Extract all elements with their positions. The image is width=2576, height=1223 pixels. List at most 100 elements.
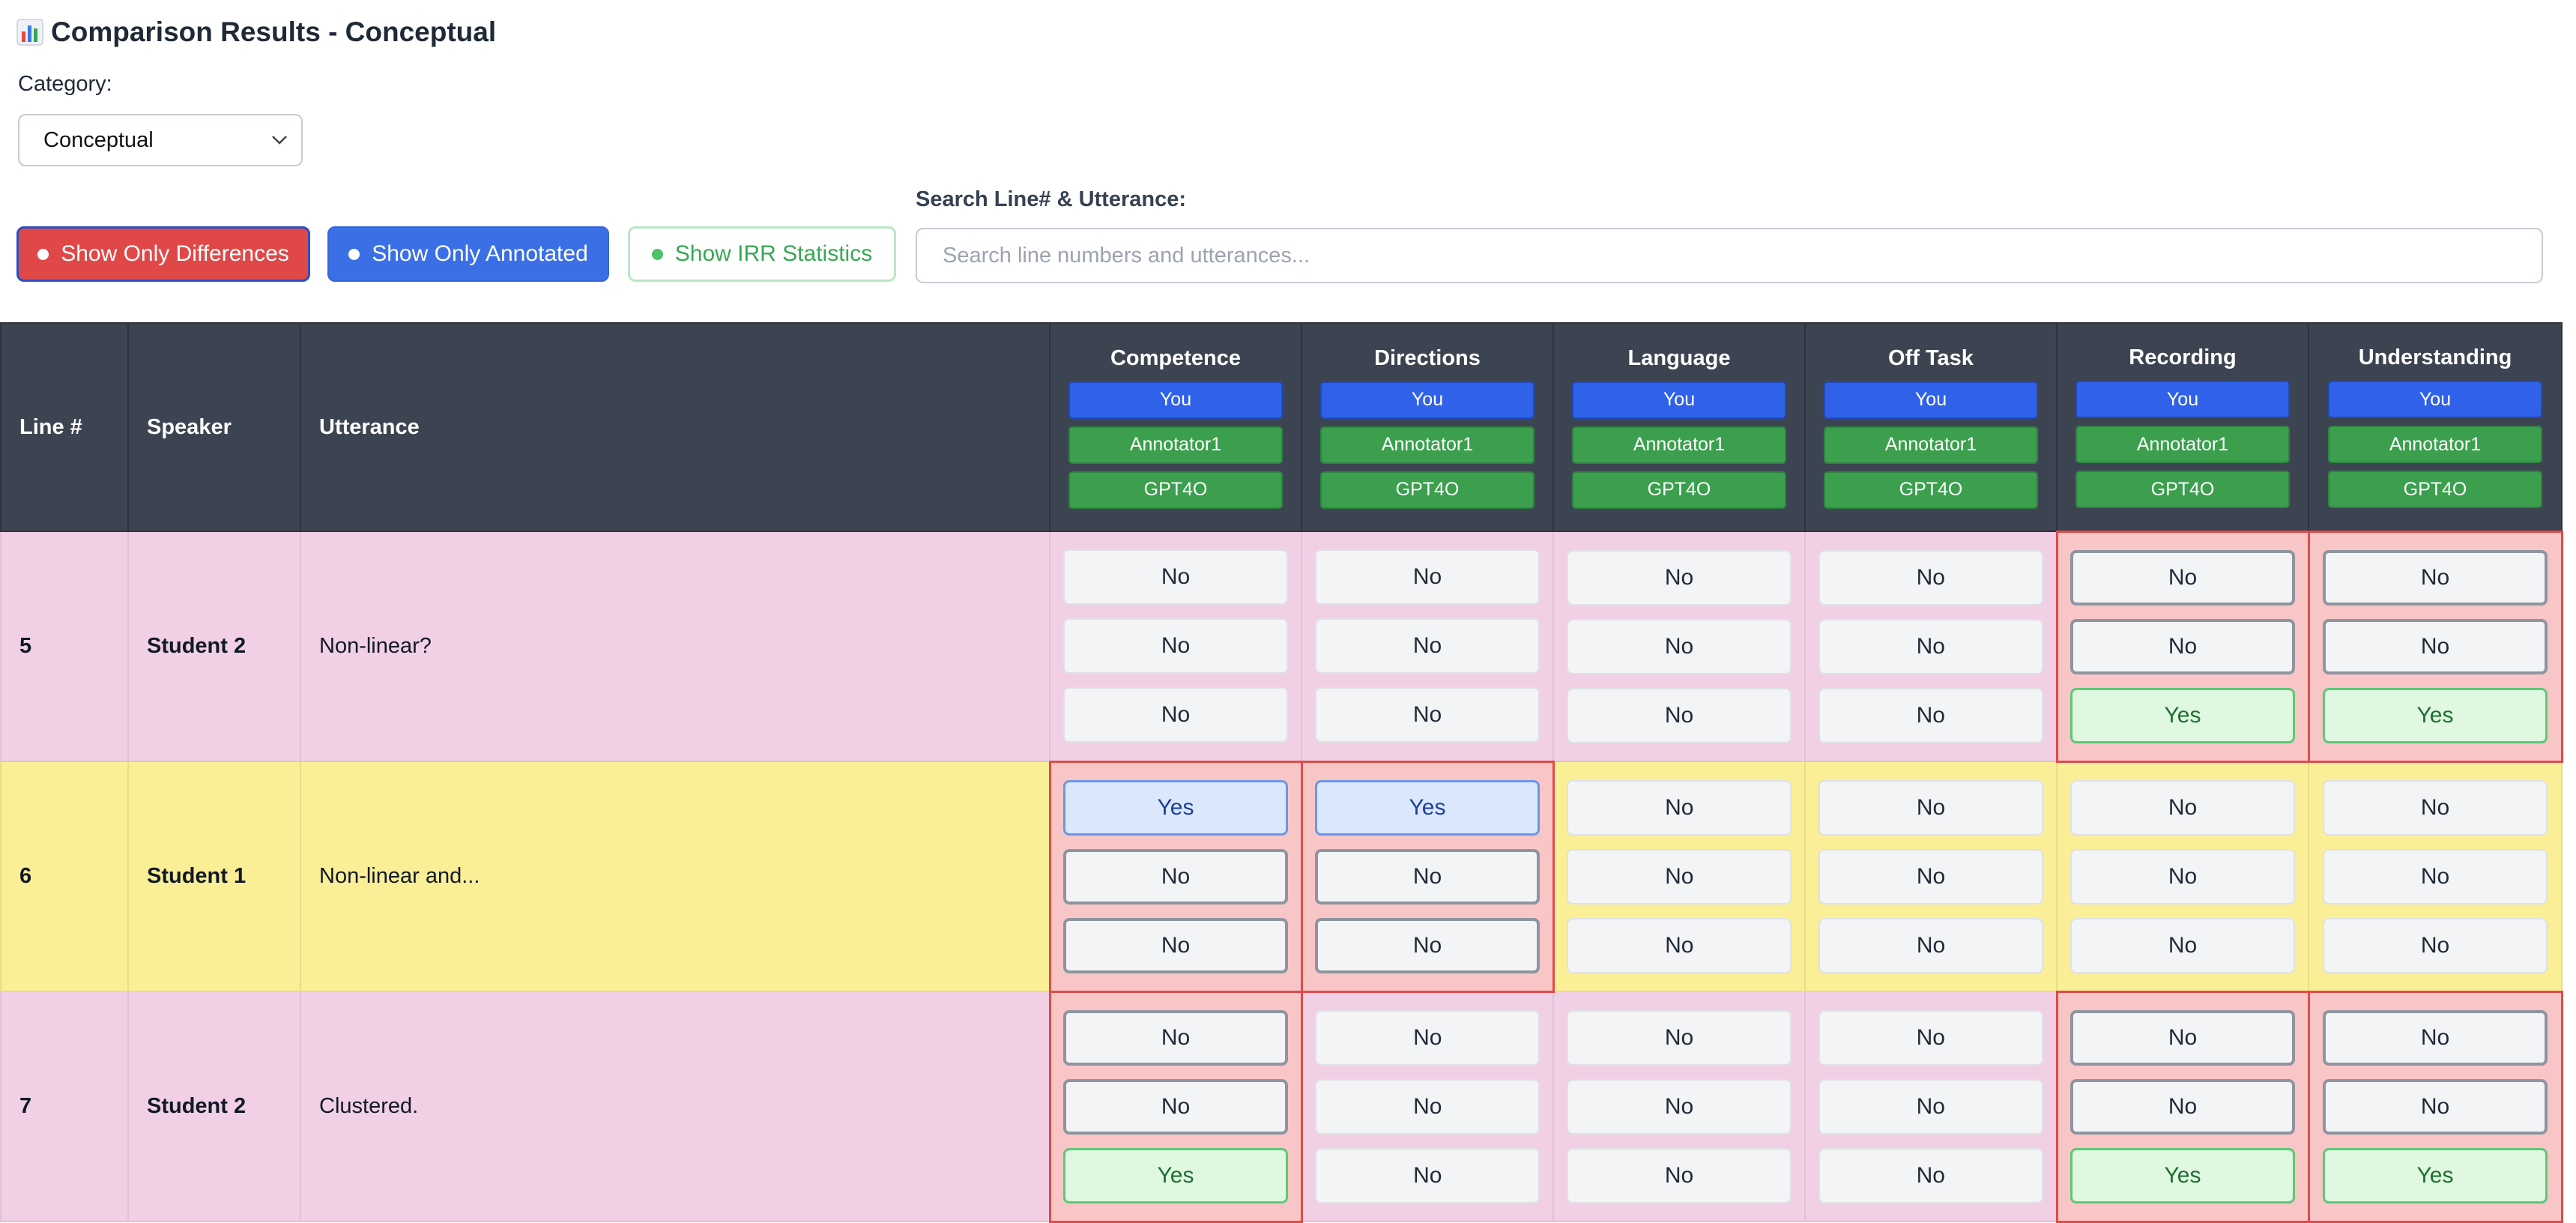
annotator-chip: Annotator1 xyxy=(1572,426,1786,464)
annotation-value[interactable]: No xyxy=(2323,549,2548,606)
search-input[interactable] xyxy=(916,228,2543,283)
code-cell: No No Yes xyxy=(2055,990,2310,1223)
annotation-value[interactable]: No xyxy=(1315,549,1540,606)
code-title: Language xyxy=(1627,345,1731,370)
annotation-value: Yes xyxy=(2070,687,2295,743)
table-row: 7 Student 2 Clustered. No No Yes No No No No No No N… xyxy=(0,990,2563,1223)
table-row: 6 Student 1 Non-linear and... Yes No No Yes No N… xyxy=(0,760,2563,993)
annotation-value[interactable]: No xyxy=(2323,779,2548,836)
annotation-value[interactable]: No xyxy=(1567,779,1792,836)
show-only-annotated-button[interactable]: Show Only Annotated xyxy=(327,226,609,282)
category-select-value: Conceptual xyxy=(43,127,154,152)
code-cell: No No Yes xyxy=(2307,990,2563,1223)
annotation-value[interactable]: No xyxy=(1063,549,1288,606)
annotation-value: No xyxy=(1315,917,1540,973)
annotation-value: No xyxy=(1063,1078,1288,1135)
code-cell: No No No xyxy=(1301,991,1554,1222)
annotator-chip: Annotator1 xyxy=(1068,426,1283,464)
table-body: 5 Student 2 Non-linear? No No No No No No No No No N… xyxy=(0,530,2563,1223)
annotator-chip: GPT4O xyxy=(1068,471,1283,509)
annotation-value[interactable]: No xyxy=(1818,549,2043,606)
annotator-chip: You xyxy=(2075,381,2290,419)
annotator-chip: Annotator1 xyxy=(1320,426,1535,464)
code-cell: No No No xyxy=(1804,531,2058,762)
annotation-value[interactable]: No xyxy=(1567,1009,1792,1066)
annotation-value: No xyxy=(2070,618,2295,674)
header-code: Directions You Annotator1 GPT4O xyxy=(1301,322,1554,532)
annotation-value: No xyxy=(1063,848,1288,905)
table-header-row: Line # Speaker Utterance Competence You An… xyxy=(0,322,2563,532)
annotation-value: No xyxy=(1818,1078,2043,1135)
chevron-down-icon xyxy=(272,136,287,145)
show-irr-statistics-button[interactable]: Show IRR Statistics xyxy=(628,226,896,282)
speaker-cell: Student 2 xyxy=(127,531,301,762)
annotation-value[interactable]: No xyxy=(2070,779,2295,836)
dot-icon xyxy=(348,248,360,260)
header-utterance: Utterance xyxy=(300,322,1050,532)
code-title: Directions xyxy=(1374,345,1481,370)
annotation-value: No xyxy=(1567,687,1792,743)
code-header: Language You Annotator1 GPT4O xyxy=(1554,346,1804,509)
annotation-value[interactable]: No xyxy=(1818,779,2043,836)
annotator-chip: You xyxy=(1824,381,2038,419)
code-cell: Yes No No xyxy=(1300,760,1555,993)
annotation-value: No xyxy=(1567,848,1792,905)
line-number-cell: 7 xyxy=(0,991,129,1222)
code-title: Competence xyxy=(1110,345,1242,370)
category-select[interactable]: Conceptual xyxy=(18,114,303,166)
annotation-value[interactable]: No xyxy=(1567,549,1792,606)
annotation-value: No xyxy=(1818,1147,2043,1204)
code-header: Directions You Annotator1 GPT4O xyxy=(1302,346,1552,509)
header-code: Language You Annotator1 GPT4O xyxy=(1552,322,1806,532)
annotation-value[interactable]: Yes xyxy=(1315,779,1540,836)
code-cell: No No No xyxy=(1552,531,1806,762)
annotator-chip: GPT4O xyxy=(1320,471,1535,509)
code-cell: No No Yes xyxy=(1048,990,1303,1223)
annotation-value[interactable]: No xyxy=(2070,549,2295,606)
annotation-value[interactable]: No xyxy=(2070,1009,2295,1066)
code-cell: No No No xyxy=(1552,991,1806,1222)
annotator-chip: You xyxy=(1572,381,1786,419)
show-irr-statistics-label: Show IRR Statistics xyxy=(674,241,873,266)
annotation-value: No xyxy=(1315,1078,1541,1135)
annotation-value[interactable]: No xyxy=(1818,1009,2043,1066)
code-cell: No No No xyxy=(2056,761,2309,992)
code-header: Off Task You Annotator1 GPT4O xyxy=(1806,346,2056,509)
annotation-value: No xyxy=(1567,1147,1792,1204)
annotation-value: No xyxy=(1315,1147,1541,1204)
annotation-value: No xyxy=(2070,848,2295,905)
annotator-chip: You xyxy=(2328,381,2542,419)
annotator-chip: Annotator1 xyxy=(2328,426,2542,464)
annotation-value: No xyxy=(1818,687,2043,743)
annotation-value: No xyxy=(1818,917,2043,973)
annotation-value: No xyxy=(2070,1078,2295,1135)
header-line: Line # xyxy=(0,322,129,532)
annotation-value: No xyxy=(1567,1078,1792,1135)
line-number-cell: 6 xyxy=(0,761,129,992)
annotation-value: No xyxy=(2323,917,2548,973)
header-speaker: Speaker xyxy=(127,322,301,532)
annotation-value[interactable]: No xyxy=(1063,1009,1288,1066)
category-label: Category: xyxy=(18,72,112,96)
line-number-cell: 5 xyxy=(0,531,129,762)
speaker-cell: Student 2 xyxy=(127,991,301,1222)
annotation-value[interactable]: No xyxy=(2323,1009,2548,1066)
utterance-cell: Non-linear and... xyxy=(300,761,1050,992)
annotation-value[interactable]: Yes xyxy=(1063,779,1288,836)
annotation-value: No xyxy=(1063,687,1288,743)
code-cell: Yes No No xyxy=(1048,760,1303,993)
header-code: Competence You Annotator1 GPT4O xyxy=(1049,322,1302,532)
annotation-value: No xyxy=(2070,917,2295,973)
annotation-value[interactable]: No xyxy=(1315,1009,1541,1066)
show-only-differences-label: Show Only Differences xyxy=(61,241,289,266)
page-title-text: Comparison Results - Conceptual xyxy=(51,16,497,47)
annotation-value: Yes xyxy=(2070,1147,2295,1204)
annotation-value: No xyxy=(1063,618,1288,674)
dot-icon xyxy=(37,248,49,260)
annotation-value: Yes xyxy=(2323,687,2548,743)
show-only-differences-button[interactable]: Show Only Differences xyxy=(16,226,310,282)
annotator-chip: Annotator1 xyxy=(1824,426,2038,464)
code-header: Understanding You Annotator1 GPT4O xyxy=(2309,345,2561,509)
annotation-value: No xyxy=(2323,1078,2548,1135)
comparison-table: Line # Speaker Utterance Competence You An… xyxy=(0,322,2563,1223)
